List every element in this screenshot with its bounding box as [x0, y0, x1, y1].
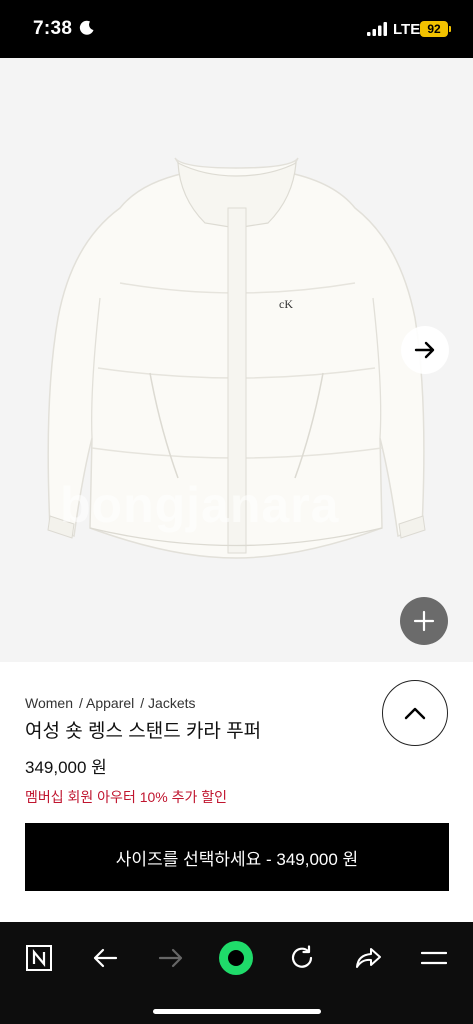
zoom-button[interactable]	[400, 597, 448, 645]
battery-icon: 92	[420, 21, 448, 37]
product-image[interactable]: cK bongjanara	[0, 58, 473, 662]
breadcrumb-apparel[interactable]: / Apparel	[79, 695, 134, 711]
share-icon	[356, 948, 381, 968]
collapse-button[interactable]	[382, 680, 448, 746]
brand-logo: cK	[279, 297, 293, 311]
signal-icon	[367, 22, 387, 36]
watermark: bongjanara	[60, 477, 340, 533]
network-type: LTE	[393, 21, 421, 38]
arrow-right-icon	[414, 341, 435, 359]
jacket-illustration: cK	[47, 157, 426, 559]
breadcrumb-women[interactable]: Women	[25, 695, 73, 711]
battery-tip	[449, 26, 451, 32]
refresh-icon	[291, 945, 313, 968]
naver-logo-icon	[26, 945, 52, 971]
green-dot-icon	[219, 941, 253, 975]
naver-home-button[interactable]	[17, 936, 61, 980]
moon-icon	[79, 20, 94, 35]
menu-button[interactable]	[412, 936, 456, 980]
arrow-right-icon	[158, 948, 183, 968]
back-button[interactable]	[83, 936, 127, 980]
forward-button[interactable]	[149, 936, 193, 980]
arrow-left-icon	[93, 948, 118, 968]
home-indicator[interactable]	[153, 1009, 321, 1014]
share-button[interactable]	[346, 936, 390, 980]
promo-text: 멤버십 회원 아우터 10% 추가 할인	[25, 789, 228, 805]
status-bar: 7:38 LTE 92	[0, 0, 473, 58]
chevron-up-icon	[404, 707, 426, 720]
breadcrumb: Women / Apparel / Jackets	[25, 695, 202, 711]
breadcrumb-jackets[interactable]: / Jackets	[140, 695, 195, 711]
select-size-button[interactable]: 사이즈를 선택하세요 - 349,000 원	[25, 823, 449, 891]
green-dot-button[interactable]	[214, 936, 258, 980]
refresh-button[interactable]	[280, 936, 324, 980]
hamburger-menu-icon	[421, 951, 447, 965]
product-title: 여성 숏 렝스 스탠드 카라 푸퍼	[25, 721, 262, 742]
next-image-button[interactable]	[401, 326, 449, 374]
product-info: Women / Apparel / Jackets 여성 숏 렝스 스탠드 카라 푸…	[0, 662, 473, 922]
plus-icon	[413, 610, 435, 632]
status-time: 7:38	[33, 18, 73, 39]
product-price: 349,000 원	[25, 758, 107, 777]
battery-level: 92	[427, 22, 441, 36]
